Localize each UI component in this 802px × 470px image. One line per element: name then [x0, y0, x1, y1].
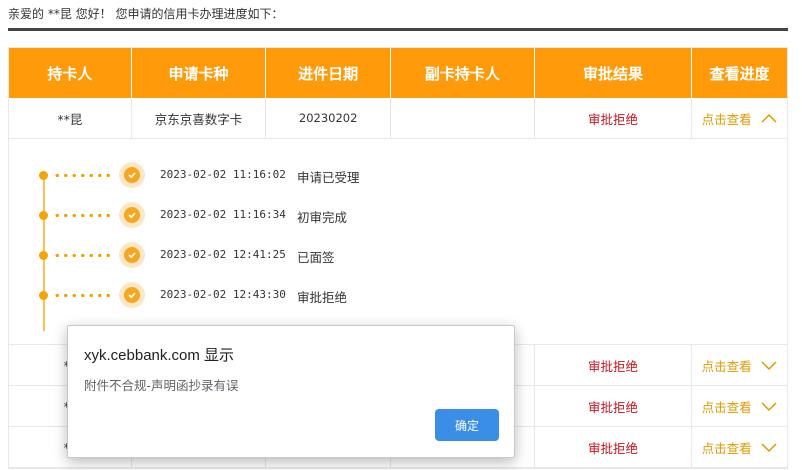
ok-button[interactable]: 确定 — [435, 409, 499, 441]
chevron-down-icon — [761, 402, 777, 412]
table-row: **昆 京东京喜数字卡 20230202 审批拒绝 点击查看 — [9, 98, 787, 139]
check-circle-icon — [119, 162, 145, 188]
dotted-connector — [53, 253, 113, 258]
dotted-connector — [53, 293, 113, 298]
step-status: 初审完成 — [297, 210, 348, 225]
step-status: 审批拒绝 — [297, 290, 348, 305]
top-divider — [8, 28, 788, 31]
chevron-down-icon — [761, 443, 777, 453]
chevron-up-icon — [761, 113, 777, 123]
cell-result: 审批拒绝 — [535, 98, 693, 138]
header-date: 进件日期 — [266, 48, 392, 98]
header-holder: 持卡人 — [9, 48, 132, 98]
dotted-connector — [53, 213, 113, 218]
chevron-down-icon — [761, 361, 777, 371]
view-progress-link[interactable]: 点击查看 — [692, 345, 787, 385]
view-link-label: 点击查看 — [701, 358, 752, 374]
header-card-type: 申请卡种 — [132, 48, 267, 98]
header-result: 审批结果 — [535, 48, 693, 98]
step-status: 已面签 — [297, 250, 335, 265]
cell-secondary-holder — [391, 98, 535, 138]
view-link-label: 点击查看 — [701, 440, 752, 456]
step-time: 2023-02-02 11:16:34 — [160, 208, 286, 221]
dialog-title: xyk.cebbank.com 显示 — [84, 347, 235, 364]
check-circle-icon — [119, 242, 145, 268]
step-status: 申请已受理 — [297, 170, 360, 185]
view-link-label: 点击查看 — [701, 111, 752, 127]
timeline-dot — [39, 211, 48, 220]
view-progress-link[interactable]: 点击查看 — [692, 98, 787, 138]
view-progress-link[interactable]: 点击查看 — [692, 427, 787, 467]
cell-date: 20230202 — [266, 98, 392, 138]
view-link-label: 点击查看 — [701, 399, 752, 415]
cell-card-type: 京东京喜数字卡 — [132, 98, 267, 138]
check-circle-icon — [119, 282, 145, 308]
dialog-message: 附件不合规-声明函抄录有误 — [84, 378, 239, 393]
view-progress-link[interactable]: 点击查看 — [692, 386, 787, 426]
progress-timeline: 2023-02-02 11:16:02 申请已受理 2023-02-02 11:… — [9, 139, 787, 345]
check-circle-icon — [119, 202, 145, 228]
timeline-dot — [39, 171, 48, 180]
header-view-progress: 查看进度 — [709, 64, 770, 83]
cell-result: 审批拒绝 — [535, 386, 693, 426]
cell-result: 审批拒绝 — [535, 345, 693, 385]
greeting-text: 亲爱的 **昆 您好！ 您申请的信用卡办理进度如下： — [8, 7, 284, 21]
timeline-dot — [39, 291, 48, 300]
alert-dialog: xyk.cebbank.com 显示 附件不合规-声明函抄录有误 确定 — [67, 325, 515, 458]
dotted-connector — [53, 173, 113, 178]
header-secondary-holder: 副卡持卡人 — [391, 48, 535, 98]
cell-result: 审批拒绝 — [535, 427, 693, 467]
table-header: 持卡人 申请卡种 进件日期 副卡持卡人 审批结果 查看进度 — [9, 48, 787, 98]
step-time: 2023-02-02 12:41:25 — [160, 248, 286, 261]
cell-holder: **昆 — [9, 98, 132, 138]
step-time: 2023-02-02 11:16:02 — [160, 168, 286, 181]
timeline-dot — [39, 251, 48, 260]
step-time: 2023-02-02 12:43:30 — [160, 288, 286, 301]
